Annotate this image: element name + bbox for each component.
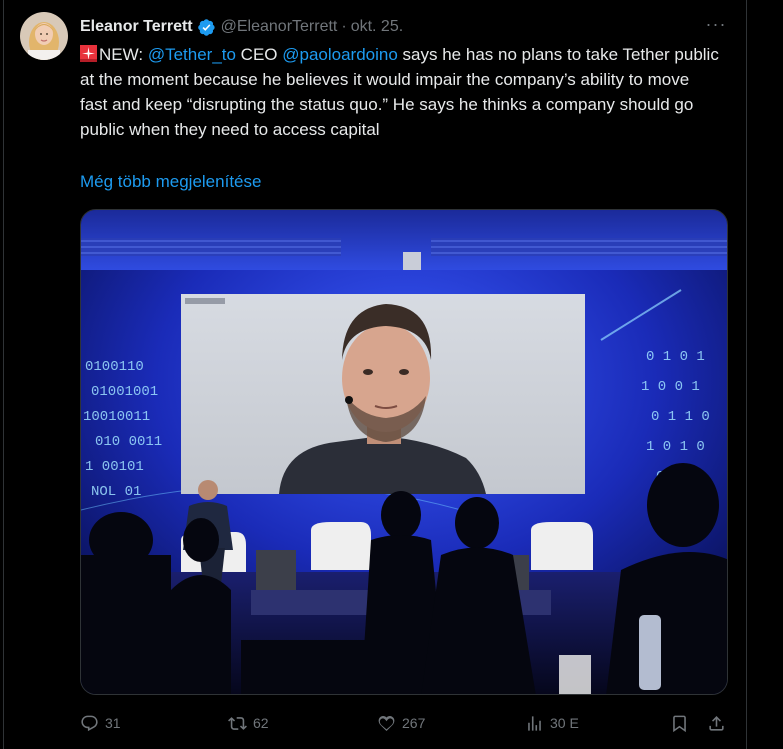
more-options-icon[interactable]: ··· — [704, 14, 728, 38]
verified-badge-icon[interactable] — [197, 18, 216, 37]
svg-text:NOL 01: NOL 01 — [91, 484, 141, 500]
svg-text:1 0 0 1: 1 0 0 1 — [641, 379, 700, 395]
like-icon — [378, 715, 395, 731]
reply-icon — [81, 715, 98, 731]
svg-text:0100110: 0100110 — [85, 359, 144, 375]
tweet-photo[interactable]: 0100110 01001001 10010011 010 0011 1 001… — [80, 209, 728, 695]
views-count: 30 E — [550, 715, 579, 731]
show-more-link[interactable]: Még több megjelenítése — [80, 170, 261, 194]
avatar[interactable] — [20, 12, 68, 60]
tweet-text-mid: CEO — [235, 45, 283, 64]
views-icon — [528, 715, 541, 731]
svg-text:0 1 0 1: 0 1 0 1 — [646, 349, 705, 365]
share-icon — [709, 715, 724, 731]
views-button[interactable]: 30 E — [525, 708, 579, 738]
separator-dot: · — [341, 18, 347, 35]
bookmark-icon — [673, 715, 686, 732]
svg-text:010 0011: 010 0011 — [95, 434, 162, 450]
mention-tether[interactable]: @Tether_to — [148, 45, 236, 64]
repost-button[interactable]: 62 — [228, 708, 269, 738]
like-button[interactable]: 267 — [377, 708, 425, 738]
reply-count: 31 — [105, 715, 121, 731]
share-button[interactable] — [707, 708, 726, 738]
siren-emoji-icon — [80, 44, 97, 62]
mention-paoloardoino[interactable]: @paoloardoino — [282, 45, 398, 64]
author-name[interactable]: Eleanor Terrett — [80, 18, 193, 36]
bookmark-button[interactable] — [670, 708, 689, 738]
conference-stage-photo: 0100110 01001001 10010011 010 0011 1 001… — [81, 210, 727, 694]
tweet-date[interactable]: okt. 25. — [351, 18, 403, 36]
svg-text:1 0 1 0: 1 0 1 0 — [646, 439, 705, 455]
author-handle[interactable]: @EleanorTerrett — [221, 18, 338, 36]
reply-button[interactable]: 31 — [80, 708, 121, 738]
svg-text:1 00101: 1 00101 — [85, 459, 144, 475]
column-border-right — [746, 0, 747, 749]
repost-count: 62 — [253, 715, 269, 731]
action-bar: 31 62 267 30 E — [80, 708, 728, 738]
svg-text:0 1 1 0: 0 1 1 0 — [651, 409, 710, 425]
tweet-prefix: NEW: — [99, 45, 148, 64]
svg-text:01001001: 01001001 — [91, 384, 158, 400]
tweet[interactable]: Eleanor Terrett @EleanorTerrett · okt. 2… — [4, 0, 746, 749]
repost-icon — [228, 716, 247, 730]
tweet-text: NEW: @Tether_to CEO @paoloardoino says h… — [80, 42, 720, 142]
tweet-header: Eleanor Terrett @EleanorTerrett · okt. 2… — [80, 16, 403, 38]
like-count: 267 — [402, 715, 426, 731]
svg-text:10010011: 10010011 — [83, 409, 150, 425]
